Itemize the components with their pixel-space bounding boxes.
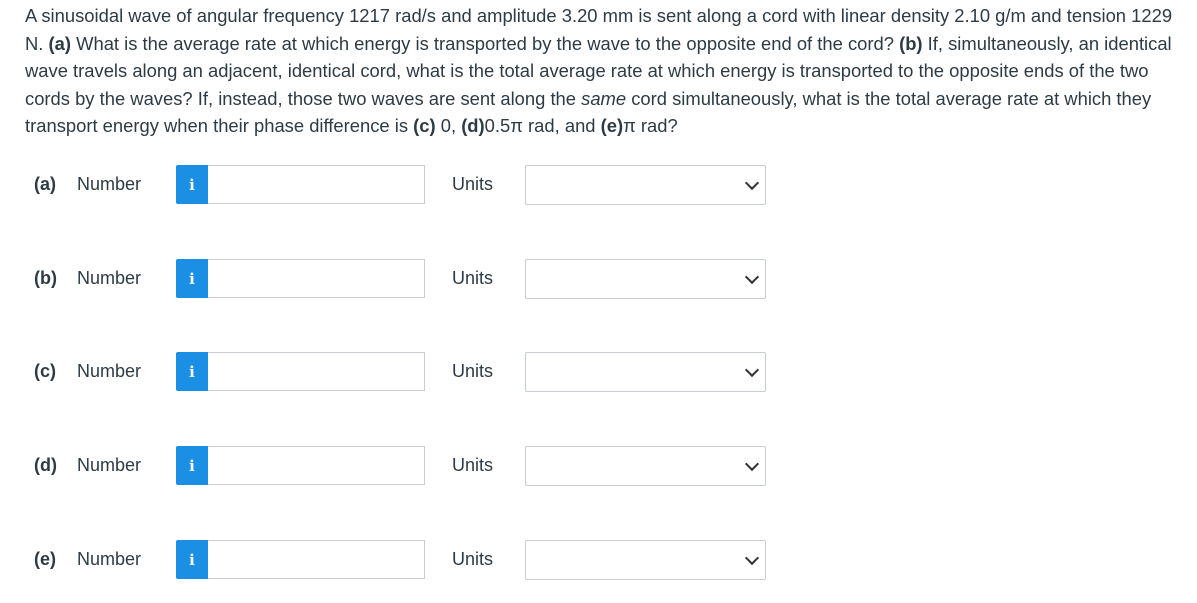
units-select[interactable]	[525, 165, 766, 205]
question-segment: 0.5π rad, and	[484, 115, 601, 136]
part-label: (a)	[34, 174, 56, 194]
chevron-down-icon	[744, 550, 760, 566]
number-input[interactable]	[208, 352, 425, 391]
number-label: Number	[77, 174, 142, 194]
info-button[interactable]: i	[176, 352, 208, 391]
info-button[interactable]: i	[176, 165, 208, 204]
number-label: Number	[77, 549, 142, 569]
units-label: Units	[452, 549, 494, 569]
answer-row-d: (d) Number i Units	[0, 445, 1197, 487]
chevron-down-icon	[744, 362, 760, 378]
info-icon: i	[189, 269, 195, 288]
part-b-tag: (b)	[899, 32, 923, 54]
info-button[interactable]: i	[176, 540, 208, 579]
question-segment: π rad?	[623, 115, 678, 136]
part-e-tag: (e)	[600, 115, 624, 136]
info-icon: i	[189, 550, 195, 569]
info-icon: i	[189, 362, 195, 381]
units-label: Units	[452, 455, 494, 475]
number-input[interactable]	[208, 165, 425, 204]
units-label: Units	[452, 268, 494, 288]
units-select[interactable]	[525, 540, 766, 580]
number-label: Number	[77, 268, 142, 288]
info-button[interactable]: i	[176, 446, 208, 485]
part-d-tag: (d)	[461, 115, 485, 136]
part-label: (b)	[34, 268, 57, 288]
number-label: Number	[77, 361, 142, 381]
chevron-down-icon	[744, 456, 760, 472]
question-segment: What is the average rate at which energy…	[71, 32, 900, 54]
info-icon: i	[189, 456, 195, 475]
answer-row-e: (e) Number i Units	[0, 539, 1197, 581]
emphasis-same: same	[581, 87, 627, 109]
units-select[interactable]	[525, 259, 766, 299]
part-c-tag: (c)	[413, 115, 436, 136]
question-segment: 0,	[435, 115, 462, 136]
units-label: Units	[452, 361, 494, 381]
units-select[interactable]	[525, 446, 766, 486]
number-input[interactable]	[208, 446, 425, 485]
question-text: A sinusoidal wave of angular frequency 1…	[25, 2, 1193, 140]
units-label: Units	[452, 174, 494, 194]
number-label: Number	[77, 455, 142, 475]
number-input[interactable]	[208, 540, 425, 579]
answer-row-c: (c) Number i Units	[0, 351, 1197, 393]
part-label: (e)	[34, 549, 56, 569]
info-icon: i	[189, 175, 195, 194]
part-label: (d)	[34, 455, 57, 475]
answer-row-a: (a) Number i Units	[0, 164, 1197, 206]
answer-row-b: (b) Number i Units	[0, 258, 1197, 300]
number-input[interactable]	[208, 259, 425, 298]
part-label: (c)	[34, 361, 56, 381]
info-button[interactable]: i	[176, 259, 208, 298]
chevron-down-icon	[744, 175, 760, 191]
part-a-tag: (a)	[48, 32, 71, 54]
units-select[interactable]	[525, 352, 766, 392]
chevron-down-icon	[744, 269, 760, 285]
